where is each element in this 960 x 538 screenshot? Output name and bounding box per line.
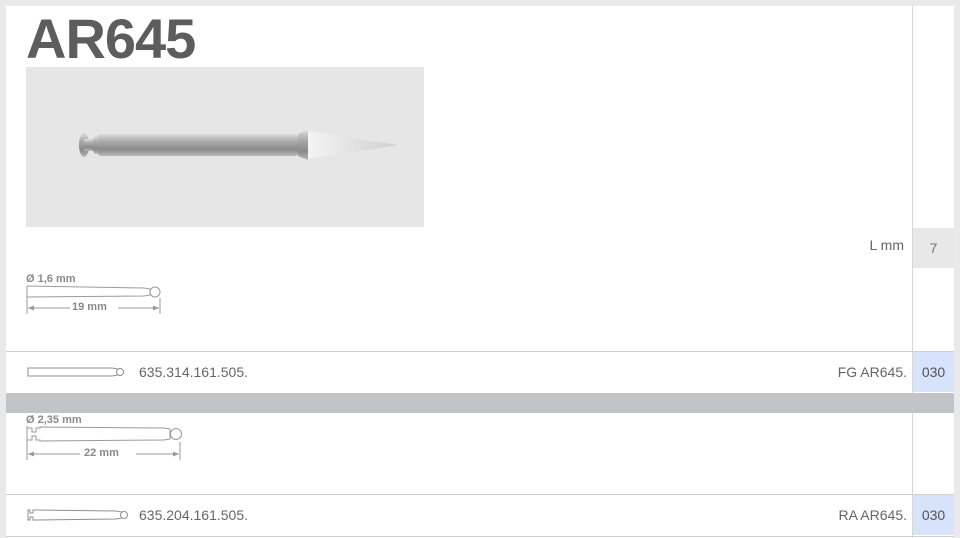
product-sheet: AR645 L mm 7 Ø 1,6 mm 19 mm 635.314.161.…	[6, 6, 954, 538]
row2-code: 030	[913, 495, 954, 535]
length-value: 7	[913, 228, 954, 268]
row2-article-number: 635.204.161.505.	[139, 507, 248, 523]
length-label: L mm	[869, 237, 904, 253]
shank2-length-label: 22 mm	[84, 447, 119, 459]
fg-shank-icon	[27, 367, 124, 377]
row1-designation: FG AR645.	[837, 364, 907, 380]
section-separator	[6, 393, 954, 413]
product-photo	[26, 67, 424, 227]
shank1-length-label: 19 mm	[72, 301, 107, 313]
row1-article-number: 635.314.161.505.	[139, 364, 248, 380]
row-divider	[6, 494, 954, 495]
bottom-border	[6, 536, 954, 537]
row-divider	[6, 351, 954, 352]
ra-shank-icon	[27, 509, 128, 521]
row2-designation: RA AR645.	[838, 507, 908, 523]
row1-code: 030	[913, 352, 954, 392]
product-title: AR645	[26, 7, 196, 70]
column-divider	[912, 6, 913, 538]
bur-image	[79, 130, 398, 160]
